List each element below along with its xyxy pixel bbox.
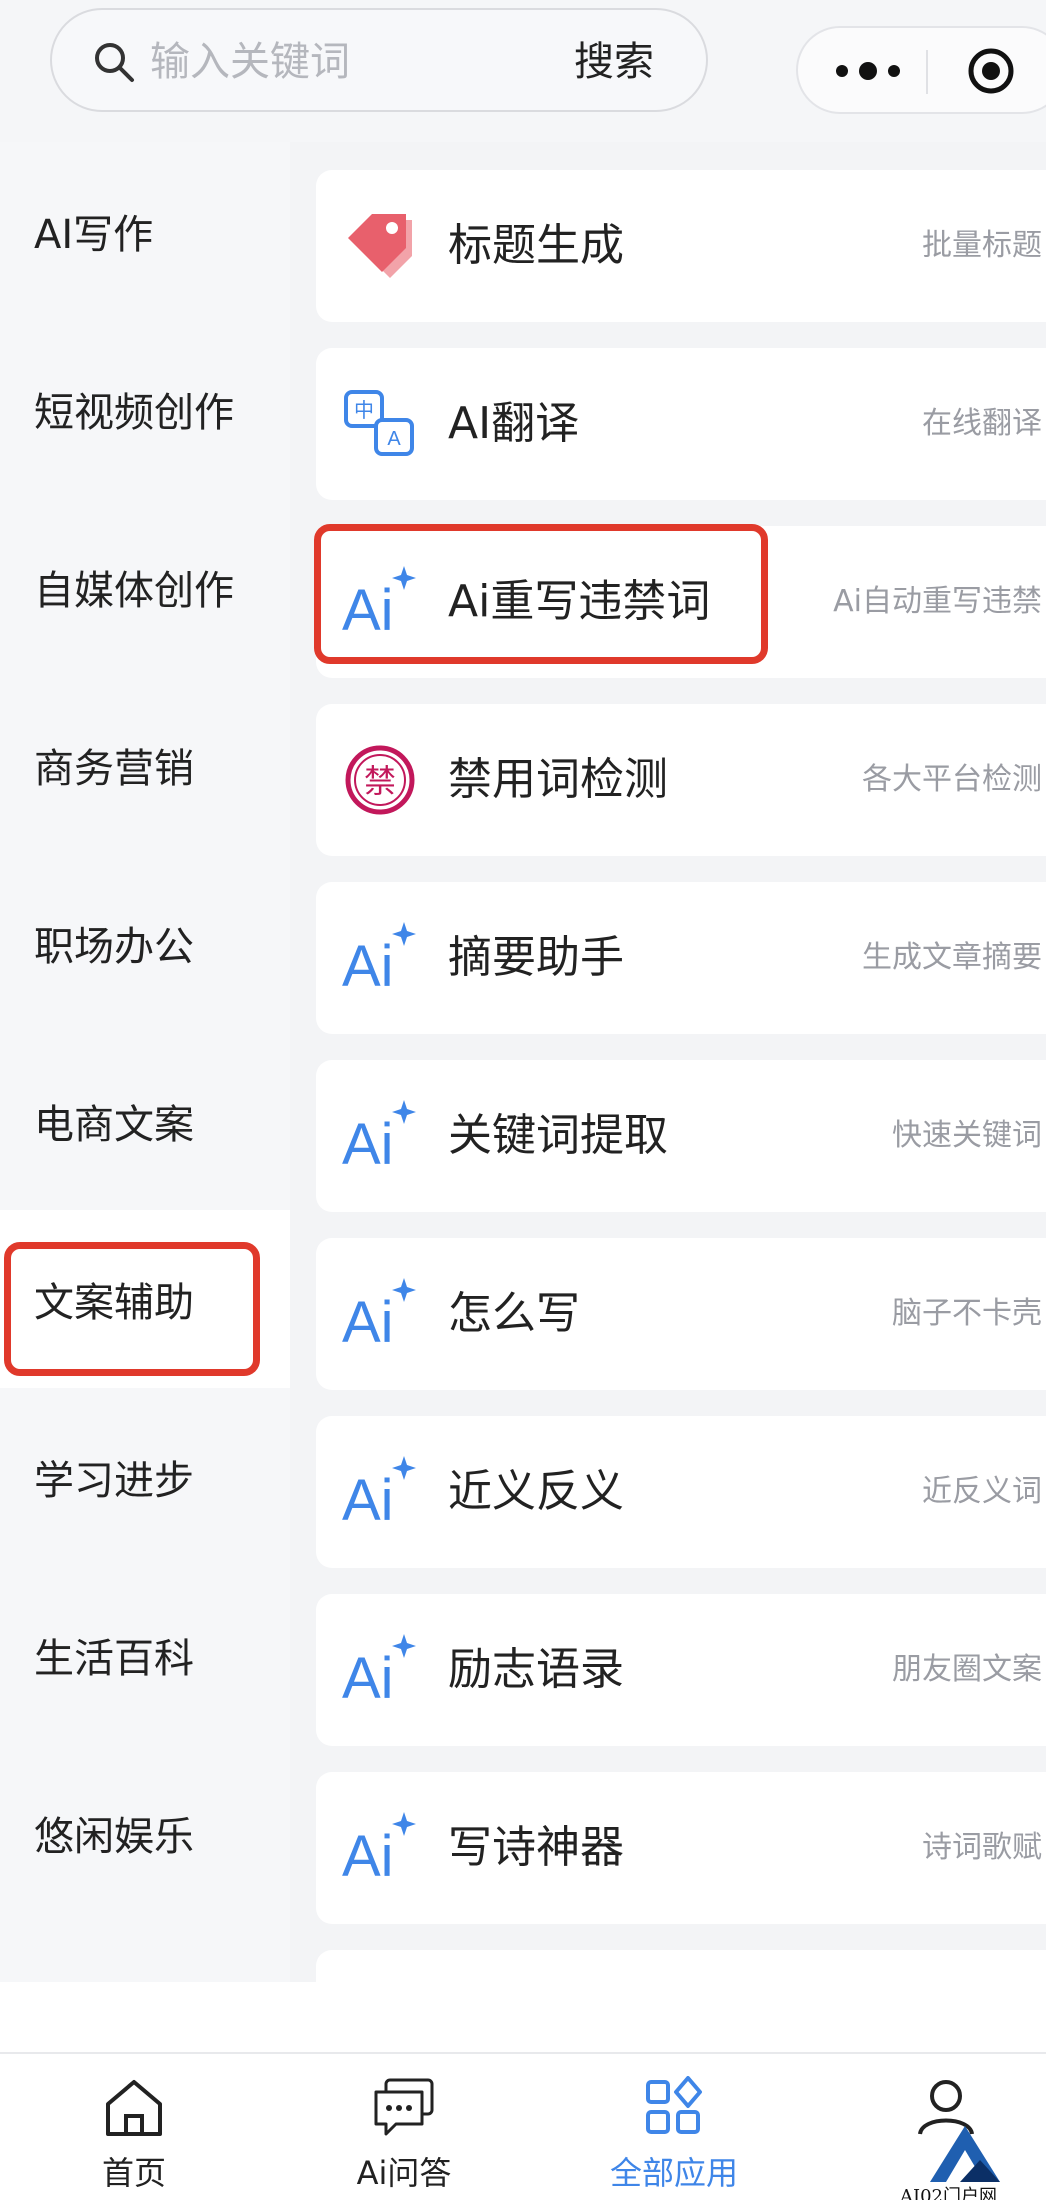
translate-icon: 中 A [344,390,414,456]
tab-label: 全部应用 [609,2154,738,2192]
app-desc: 生成文章摘要 [862,940,1042,975]
forbidden-stamp-icon: 禁 [345,745,415,815]
mini-program-capsule [796,26,1046,114]
app-title: 标题生成 [448,220,624,271]
app-title: 励志语录 [448,1644,624,1695]
top-bar: 输入关键词 搜索 [0,0,1046,142]
app-title: 怎么写 [448,1288,580,1339]
search-input[interactable]: 输入关键词 [150,10,350,114]
svg-text:Ai: Ai [342,1468,394,1530]
search-button[interactable]: 搜索 [574,10,654,114]
sidebar-item-office[interactable]: 职场办公 [0,854,290,1032]
app-title: 摘要助手 [448,932,624,983]
search-bar[interactable]: 输入关键词 搜索 [50,8,708,112]
tag-icon [348,214,412,278]
app-desc: 朋友圈文案 [892,1652,1042,1687]
svg-text:Ai: Ai [342,1824,394,1886]
ai-sparkle-icon: Ai [342,1812,416,1886]
app-card-forbidden-detect[interactable]: 禁 禁用词检测 各大平台检测 [316,704,1046,856]
more-dots-icon[interactable] [832,56,904,86]
app-card-keyword-extract[interactable]: Ai 关键词提取 快速关键词 [316,1060,1046,1212]
app-card-title-generate[interactable]: 标题生成 批量标题 [316,170,1046,322]
app-title: AI翻译 [448,398,580,449]
app-desc: 诗词歌赋 [922,1830,1042,1865]
app-title: 禁用词检测 [448,754,668,805]
app-card-ai-translate[interactable]: 中 A AI翻译 在线翻译 [316,348,1046,500]
app-desc: 脑子不卡壳 [892,1296,1042,1331]
sidebar-item-life[interactable]: 生活百科 [0,1566,290,1744]
sidebar-item-self-media[interactable]: 自媒体创作 [0,498,290,676]
sidebar-item-business-marketing[interactable]: 商务营销 [0,676,290,854]
app-title: 写诗神器 [448,1822,624,1873]
tab-ai-qa[interactable]: Ai问答 [314,2054,494,2200]
category-sidebar: AI写作 短视频创作 自媒体创作 商务营销 职场办公 电商文案 文案辅助 学习进… [0,142,290,1982]
highlight-copy-assist [4,1242,260,1376]
app-desc: 批量标题 [922,228,1042,263]
app-card-partial[interactable] [316,1950,1046,1990]
ai-sparkle-icon: Ai [342,1456,416,1530]
tab-home[interactable]: 首页 [44,2054,224,2200]
app-title: 关键词提取 [448,1110,668,1161]
app-card-poetry[interactable]: Ai 写诗神器 诗词歌赋 [316,1772,1046,1924]
target-icon[interactable] [966,46,1016,96]
app-desc: 在线翻译 [922,406,1042,441]
sidebar-item-ecommerce[interactable]: 电商文案 [0,1032,290,1210]
svg-text:Ai: Ai [342,934,394,996]
app-list: 标题生成 批量标题 中 A AI翻译 在线翻译 Ai Ai重写违禁词 Ai自动重… [290,142,1046,1990]
tab-label: 首页 [101,2154,166,2192]
svg-text:Ai: Ai [342,1290,394,1352]
tab-all-apps[interactable]: 全部应用 [584,2054,764,2200]
sidebar-item-leisure[interactable]: 悠闲娱乐 [0,1744,290,1922]
tab-label: Ai问答 [356,2154,452,2192]
svg-text:禁: 禁 [364,762,396,800]
search-icon [95,43,134,82]
ai-sparkle-icon: Ai [342,1634,416,1708]
ai-sparkle-icon: Ai [342,1278,416,1352]
app-desc: Ai自动重写违禁 [833,584,1042,619]
app-desc: 各大平台检测 [862,762,1042,797]
app-card-summary[interactable]: Ai 摘要助手 生成文章摘要 [316,882,1046,1034]
app-desc: 快速关键词 [892,1118,1042,1153]
capsule-divider [926,50,928,94]
svg-text:Ai: Ai [342,1112,394,1174]
translate-en-glyph: A [387,428,401,450]
sidebar-item-study[interactable]: 学习进步 [0,1388,290,1566]
watermark-text: AI02门户网 [900,2186,998,2200]
ai-sparkle-icon: Ai [342,1100,416,1174]
sidebar-item-short-video[interactable]: 短视频创作 [0,320,290,498]
highlight-ai-rewrite [314,524,768,664]
chat-icon [374,2078,434,2136]
app-card-how-to-write[interactable]: Ai 怎么写 脑子不卡壳 [316,1238,1046,1390]
apps-grid-icon [646,2076,702,2134]
svg-text:Ai: Ai [342,1646,394,1708]
translate-zh-glyph: 中 [354,398,374,422]
app-title: 近义反义 [448,1466,624,1517]
app-desc: 近反义词 [922,1474,1042,1509]
ai-sparkle-icon: Ai [342,922,416,996]
home-icon [106,2080,162,2136]
sidebar-item-ai-writing[interactable]: AI写作 [0,142,290,320]
app-card-motivational-quotes[interactable]: Ai 励志语录 朋友圈文案 [316,1594,1046,1746]
app-card-synonyms[interactable]: Ai 近义反义 近反义词 [316,1416,1046,1568]
